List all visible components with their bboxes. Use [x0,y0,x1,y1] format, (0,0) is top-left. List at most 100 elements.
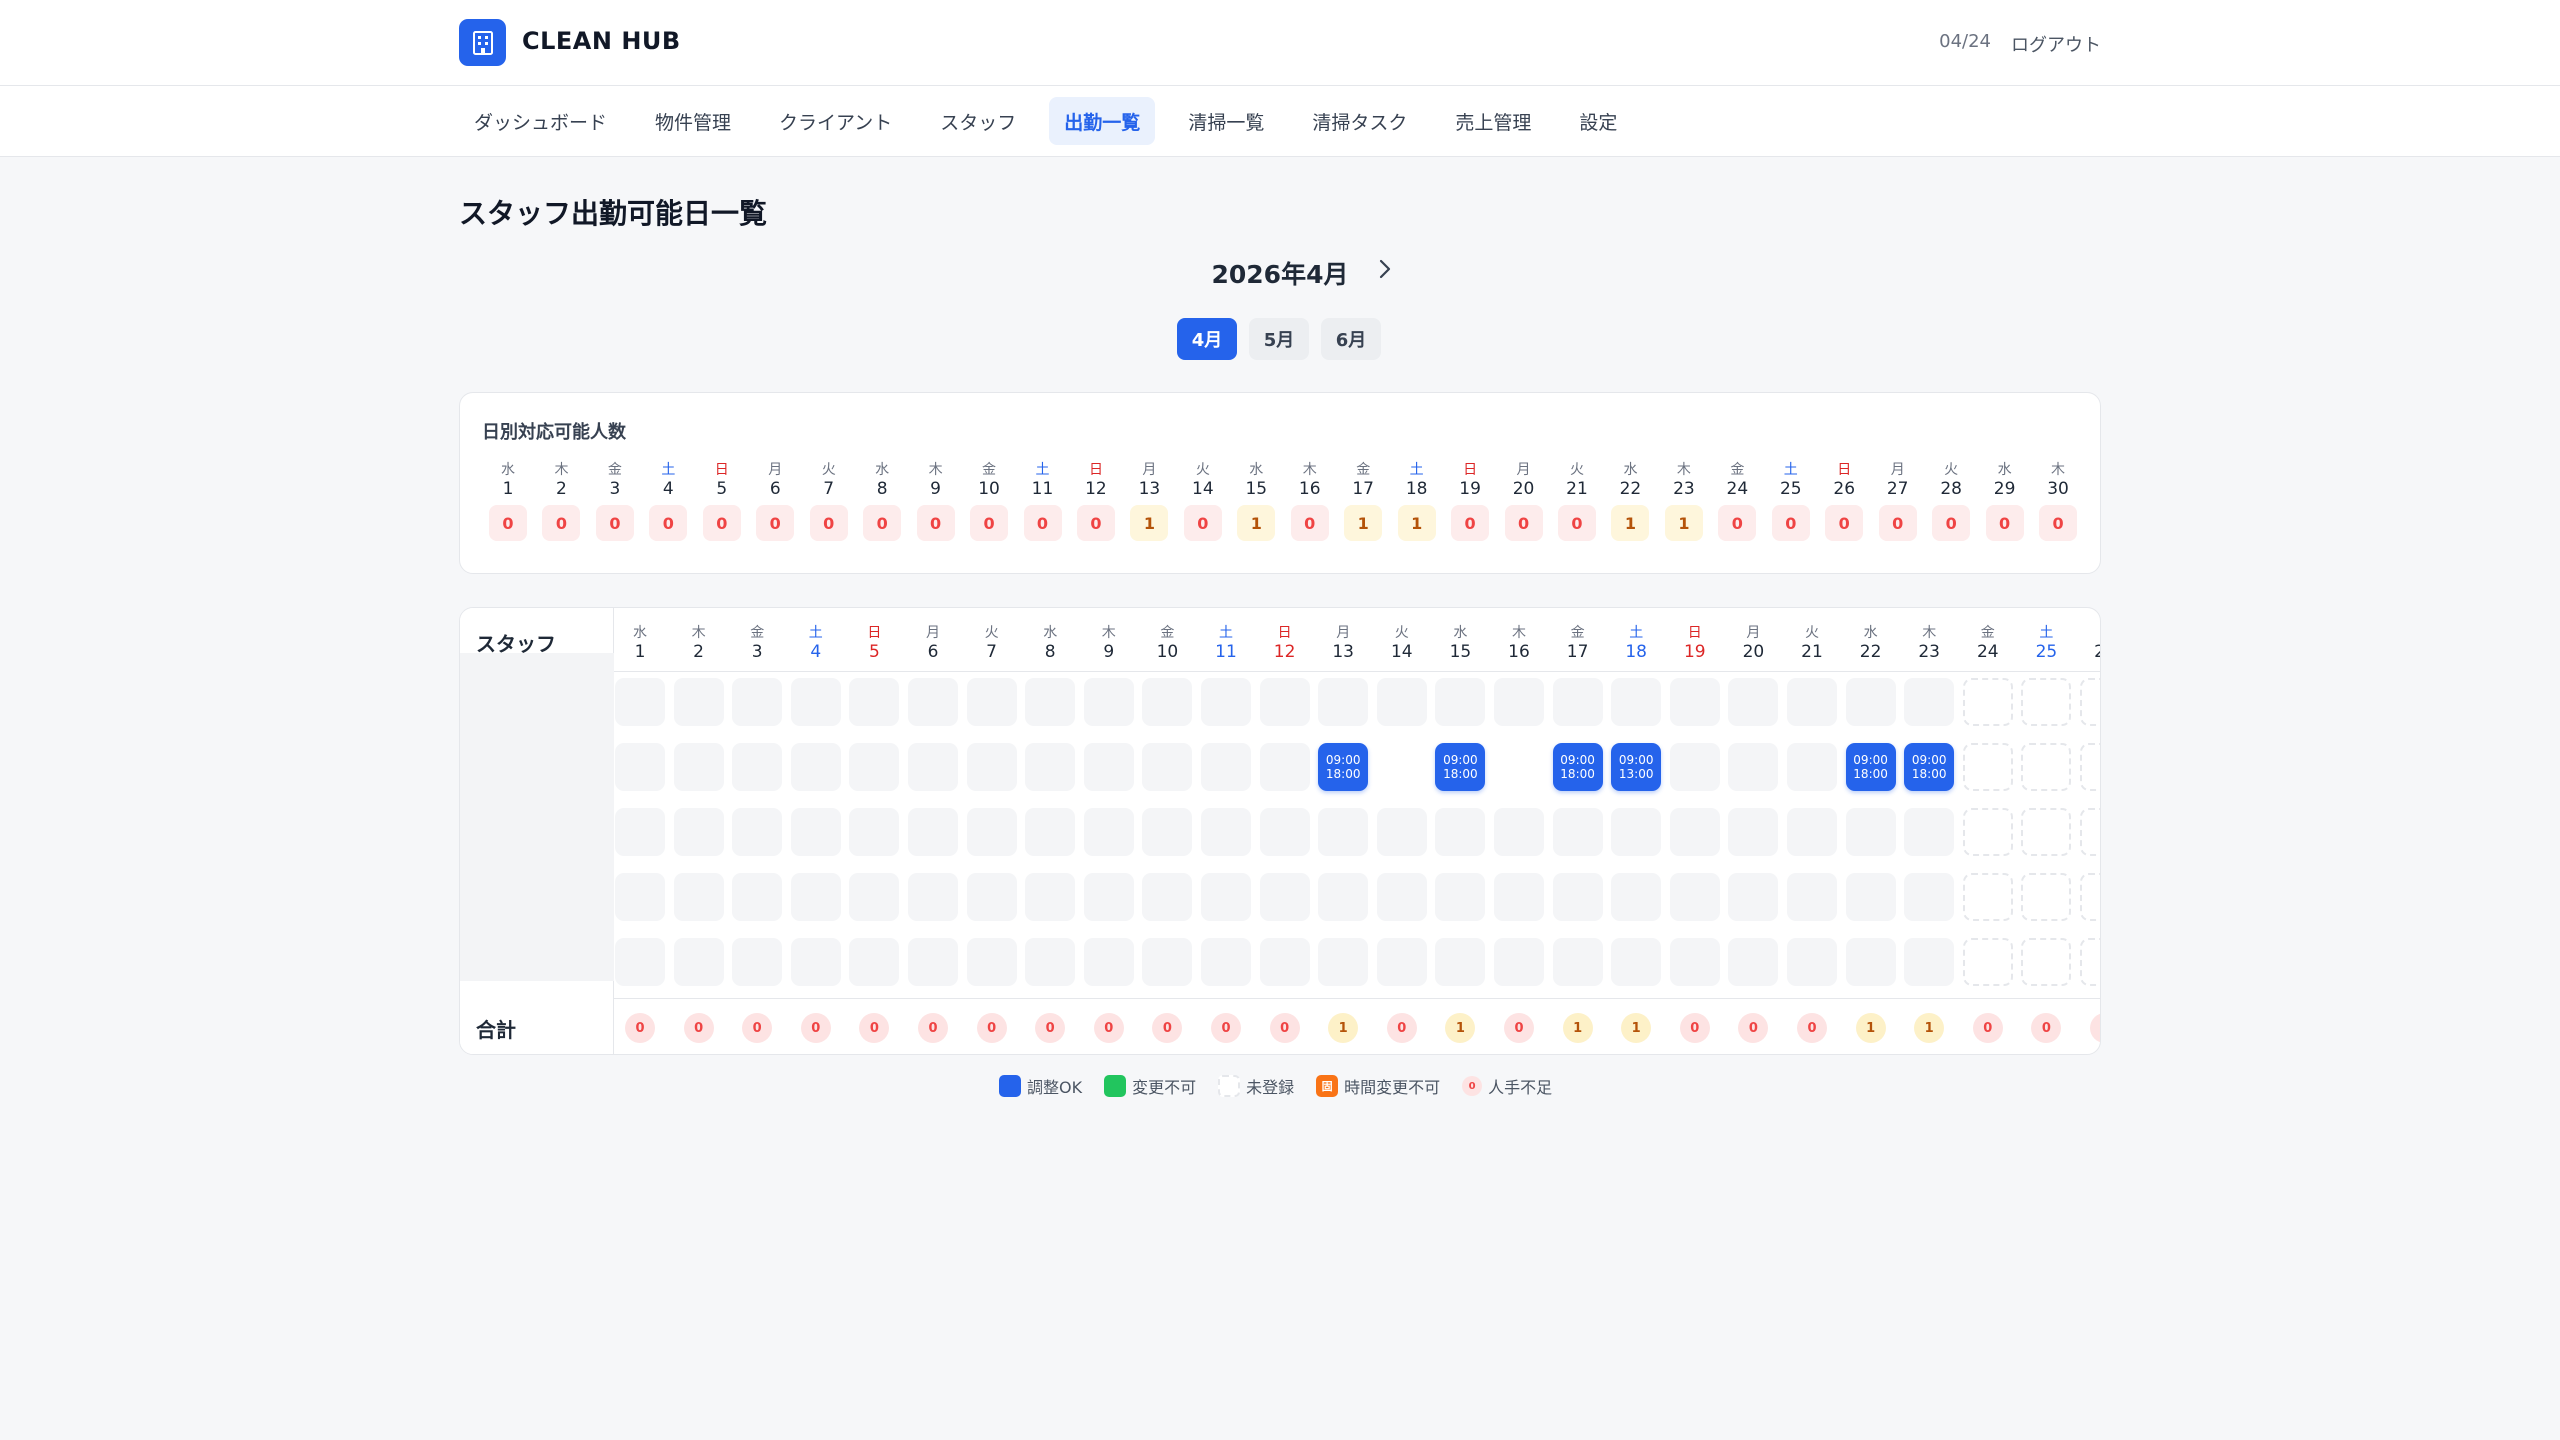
availability-cell[interactable] [1142,808,1193,856]
availability-cell[interactable] [1201,938,1251,986]
building-icon[interactable] [459,19,506,66]
availability-cell[interactable] [1259,808,1310,856]
availability-cell[interactable] [1494,743,1544,791]
nav-item[interactable]: 出勤一覧 [1049,97,1156,145]
availability-cell[interactable] [1904,808,1955,856]
availability-cell[interactable] [1787,743,1837,791]
availability-cell[interactable] [1142,938,1193,986]
availability-cell[interactable] [732,743,783,791]
availability-cell[interactable] [1201,873,1251,921]
availability-cell[interactable] [1318,678,1369,726]
availability-cell[interactable] [1904,938,1955,986]
availability-cell[interactable] [2021,678,2072,726]
availability-cell[interactable] [1142,873,1193,921]
availability-cell[interactable] [790,873,841,921]
availability-cell[interactable] [908,808,958,856]
availability-cell[interactable] [1611,938,1662,986]
availability-cell[interactable] [1318,873,1369,921]
availability-cell[interactable] [1201,808,1251,856]
nav-item[interactable]: クライアント [764,97,907,145]
availability-cell[interactable] [1962,743,2013,791]
availability-cell[interactable] [1025,743,1076,791]
shift-cell-ok[interactable]: 09:00 18:00 [1552,743,1603,791]
availability-cell[interactable] [1318,808,1369,856]
availability-cell[interactable] [732,873,783,921]
availability-cell[interactable] [790,678,841,726]
availability-cell[interactable] [673,938,724,986]
availability-cell[interactable] [790,808,841,856]
availability-cell[interactable] [1142,743,1193,791]
availability-cell[interactable] [2021,938,2072,986]
availability-cell[interactable] [1845,808,1896,856]
availability-cell[interactable] [1376,678,1427,726]
availability-cell[interactable] [1025,938,1076,986]
availability-cell[interactable] [908,938,958,986]
nav-item[interactable]: スタッフ [925,97,1031,145]
availability-cell[interactable] [849,678,900,726]
availability-cell[interactable] [1845,873,1896,921]
availability-cell[interactable] [615,873,665,921]
availability-cell[interactable] [1728,743,1779,791]
availability-cell[interactable] [1787,873,1837,921]
availability-cell[interactable] [2021,743,2072,791]
availability-cell[interactable] [615,938,665,986]
availability-cell[interactable] [1201,678,1251,726]
availability-cell[interactable] [1962,873,2013,921]
availability-cell[interactable] [849,873,900,921]
availability-cell[interactable] [1552,873,1603,921]
availability-cell[interactable] [1259,743,1310,791]
availability-cell[interactable] [908,743,958,791]
availability-cell[interactable] [1611,808,1662,856]
availability-cell[interactable] [966,873,1017,921]
availability-cell[interactable] [1435,678,1486,726]
availability-cell[interactable] [732,808,783,856]
nav-item[interactable]: 清掃一覧 [1173,97,1279,145]
availability-cell[interactable] [1787,808,1837,856]
shift-cell-ok[interactable]: 09:00 18:00 [1435,743,1486,791]
availability-cell[interactable] [1962,938,2013,986]
availability-cell[interactable] [790,938,841,986]
availability-cell[interactable] [966,678,1017,726]
availability-cell[interactable] [1669,743,1720,791]
availability-cell[interactable] [732,938,783,986]
availability-cell[interactable] [1259,678,1310,726]
shift-cell-ok[interactable]: 09:00 18:00 [1318,743,1369,791]
availability-cell[interactable] [673,743,724,791]
next-month-button[interactable] [1370,251,1400,287]
availability-cell[interactable] [849,808,900,856]
availability-cell[interactable] [849,938,900,986]
availability-cell[interactable] [1494,938,1544,986]
availability-cell[interactable] [2080,678,2100,726]
availability-cell[interactable] [1259,938,1310,986]
availability-cell[interactable] [1728,678,1779,726]
availability-cell[interactable] [1611,873,1662,921]
nav-item[interactable]: 物件管理 [640,97,746,145]
availability-cell[interactable] [1435,808,1486,856]
availability-cell[interactable] [732,678,783,726]
availability-cell[interactable] [966,808,1017,856]
availability-cell[interactable] [1669,808,1720,856]
availability-cell[interactable] [1435,938,1486,986]
availability-cell[interactable] [1787,678,1837,726]
availability-cell[interactable] [1728,873,1779,921]
availability-cell[interactable] [1083,743,1134,791]
availability-cell[interactable] [673,873,724,921]
availability-cell[interactable] [966,938,1017,986]
availability-cell[interactable] [1904,873,1955,921]
availability-cell[interactable] [1669,678,1720,726]
availability-cell[interactable] [1669,873,1720,921]
availability-cell[interactable] [1494,873,1544,921]
availability-cell[interactable] [1377,743,1427,791]
month-tab[interactable]: 4月 [1177,318,1237,360]
availability-cell[interactable] [673,678,724,726]
shift-cell-ok[interactable]: 09:00 13:00 [1611,743,1662,791]
month-tab[interactable]: 5月 [1249,318,1309,360]
availability-cell[interactable] [1259,873,1310,921]
availability-cell[interactable] [1318,938,1369,986]
availability-cell[interactable] [1728,808,1779,856]
availability-cell[interactable] [1083,678,1134,726]
availability-cell[interactable] [1845,678,1896,726]
availability-cell[interactable] [1845,938,1896,986]
availability-cell[interactable] [2080,808,2100,856]
availability-cell[interactable] [1435,873,1486,921]
